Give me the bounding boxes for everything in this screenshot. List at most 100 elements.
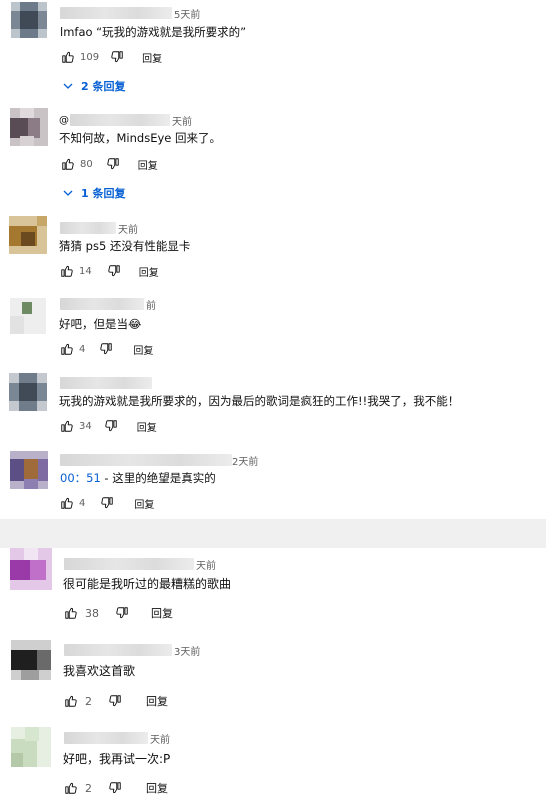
- comment-thread: 天前 很可能是我听过的最糟糕的歌曲 38 回复: [0, 548, 546, 632]
- comment-text: 玩我的游戏就是我所要求的，因为最后的歌词是疯狂的工作!!我哭了，我不能！: [59, 394, 460, 408]
- like-count: 4: [79, 497, 86, 509]
- comment-time[interactable]: 5天前: [174, 6, 200, 21]
- replies-count-label: 2 条回复: [81, 80, 126, 93]
- comment-thread: 天前 好吧，我再试一次:P 2 回复: [0, 718, 546, 799]
- reply-button[interactable]: 回复: [138, 157, 158, 172]
- comment-text: 猜猜 ps5 还没有性能显卡: [59, 239, 191, 253]
- like-count: 2: [85, 781, 92, 795]
- like-count: 4: [79, 343, 86, 355]
- comment-header: 前: [60, 297, 156, 312]
- comment-thread: @ 天前 不知何故，MindsEye 回来了。 80 回复 1 条回复: [0, 100, 546, 205]
- reply-button[interactable]: 回复: [134, 496, 154, 511]
- comment-actions: 80 回复: [61, 156, 158, 172]
- comment-time[interactable]: 3天前: [174, 643, 200, 658]
- comment-actions: 34 回复: [60, 418, 157, 434]
- comment-text: 很可能是我听过的最糟糕的歌曲: [63, 577, 232, 591]
- comment-text-body: - 这里的绝望是真实的: [100, 471, 216, 485]
- author-name[interactable]: [60, 377, 152, 389]
- handle-prefix: @: [59, 114, 69, 126]
- comment-text: 我喜欢这首歌: [63, 664, 136, 678]
- comment-header: @ 天前: [59, 113, 192, 128]
- comment-actions: 38 回复: [64, 605, 173, 621]
- thumb-up-icon[interactable]: [64, 781, 78, 795]
- author-name[interactable]: [60, 222, 116, 234]
- comment-header: 5天前: [60, 6, 200, 21]
- comment-thread: 3天前 我喜欢这首歌 2 回复: [0, 632, 546, 718]
- avatar[interactable]: [11, 2, 47, 38]
- avatar[interactable]: [10, 108, 48, 146]
- author-name[interactable]: [70, 114, 170, 126]
- comment-thread: 天前 猜猜 ps5 还没有性能显卡 14 回复: [0, 208, 546, 288]
- chevron-down-icon: [63, 190, 73, 196]
- comment-thread: 前 好吧，但是当😂 4 回复: [0, 288, 546, 368]
- comment-text: 不知何故，MindsEye 回来了。: [59, 131, 221, 145]
- thumb-up-icon[interactable]: [61, 50, 75, 64]
- thumb-down-icon[interactable]: [107, 264, 121, 278]
- view-replies-button[interactable]: 1 条回复: [62, 185, 125, 201]
- reply-button[interactable]: 回复: [151, 605, 173, 621]
- thumb-down-icon[interactable]: [115, 606, 129, 620]
- timestamp-link[interactable]: 00：51: [60, 471, 101, 485]
- section-divider: [0, 519, 546, 548]
- thumb-up-icon[interactable]: [64, 606, 78, 620]
- thumb-down-icon[interactable]: [100, 496, 114, 510]
- author-name[interactable]: [60, 298, 144, 310]
- comment-actions: 2 回复: [64, 780, 168, 796]
- avatar[interactable]: [10, 298, 46, 334]
- thumb-down-icon[interactable]: [110, 50, 124, 64]
- like-count: 14: [79, 265, 92, 277]
- avatar[interactable]: [11, 727, 51, 767]
- like-count: 2: [85, 694, 92, 708]
- avatar[interactable]: [9, 373, 47, 411]
- thumb-up-icon[interactable]: [61, 157, 75, 171]
- comment-thread: 2天前 00：51 - 这里的绝望是真实的 4 回复: [0, 448, 546, 518]
- comment-text: 00：51 - 这里的绝望是真实的: [60, 470, 216, 486]
- author-name[interactable]: [64, 732, 148, 744]
- reply-button[interactable]: 回复: [142, 50, 162, 65]
- avatar[interactable]: [9, 216, 47, 254]
- comment-actions: 109 回复: [61, 49, 162, 65]
- thumb-down-icon[interactable]: [106, 157, 120, 171]
- like-count: 80: [80, 158, 93, 170]
- thumb-down-icon[interactable]: [108, 781, 122, 795]
- thumb-up-icon[interactable]: [64, 694, 78, 708]
- reply-button[interactable]: 回复: [146, 780, 168, 796]
- thumb-up-icon[interactable]: [60, 496, 74, 510]
- comment-time[interactable]: 天前: [172, 113, 192, 128]
- comment-time[interactable]: 前: [146, 297, 156, 312]
- thumb-down-icon[interactable]: [108, 694, 122, 708]
- comment-text: lmfao “玩我的游戏就是我所要求的”: [60, 25, 247, 39]
- comment-time[interactable]: 天前: [150, 731, 170, 746]
- reply-button[interactable]: 回复: [139, 264, 159, 279]
- avatar[interactable]: [10, 451, 48, 489]
- avatar[interactable]: [10, 548, 52, 590]
- thumb-down-icon[interactable]: [104, 419, 118, 433]
- comment-time[interactable]: 天前: [196, 557, 216, 572]
- comment-time[interactable]: 2天前: [232, 453, 258, 468]
- author-name[interactable]: [60, 7, 172, 19]
- comment-header: 天前: [60, 221, 138, 236]
- author-name[interactable]: [64, 644, 172, 656]
- reply-button[interactable]: 回复: [137, 419, 157, 434]
- reply-button[interactable]: 回复: [146, 693, 168, 709]
- comment-header: 3天前: [64, 643, 200, 658]
- author-name[interactable]: [64, 558, 194, 570]
- comment-actions: 14 回复: [60, 263, 159, 279]
- author-name[interactable]: [60, 454, 232, 466]
- avatar[interactable]: [11, 640, 51, 680]
- comment-actions: 2 回复: [64, 693, 168, 709]
- comment-actions: 4 回复: [60, 495, 154, 511]
- thumb-up-icon[interactable]: [60, 342, 74, 356]
- comment-time[interactable]: 天前: [118, 221, 138, 236]
- like-count: 34: [79, 420, 92, 432]
- thumb-up-icon[interactable]: [60, 264, 74, 278]
- comment-header: 天前: [64, 731, 170, 746]
- comment-thread: 5天前 lmfao “玩我的游戏就是我所要求的” 109 回复 2 条回复: [0, 0, 546, 100]
- like-count: 38: [85, 606, 99, 620]
- reply-button[interactable]: 回复: [133, 342, 153, 357]
- thumb-down-icon[interactable]: [99, 342, 113, 356]
- thumb-up-icon[interactable]: [60, 419, 74, 433]
- view-replies-button[interactable]: 2 条回复: [62, 78, 125, 94]
- comment-header: 2天前: [60, 453, 258, 468]
- comment-header: [60, 376, 154, 390]
